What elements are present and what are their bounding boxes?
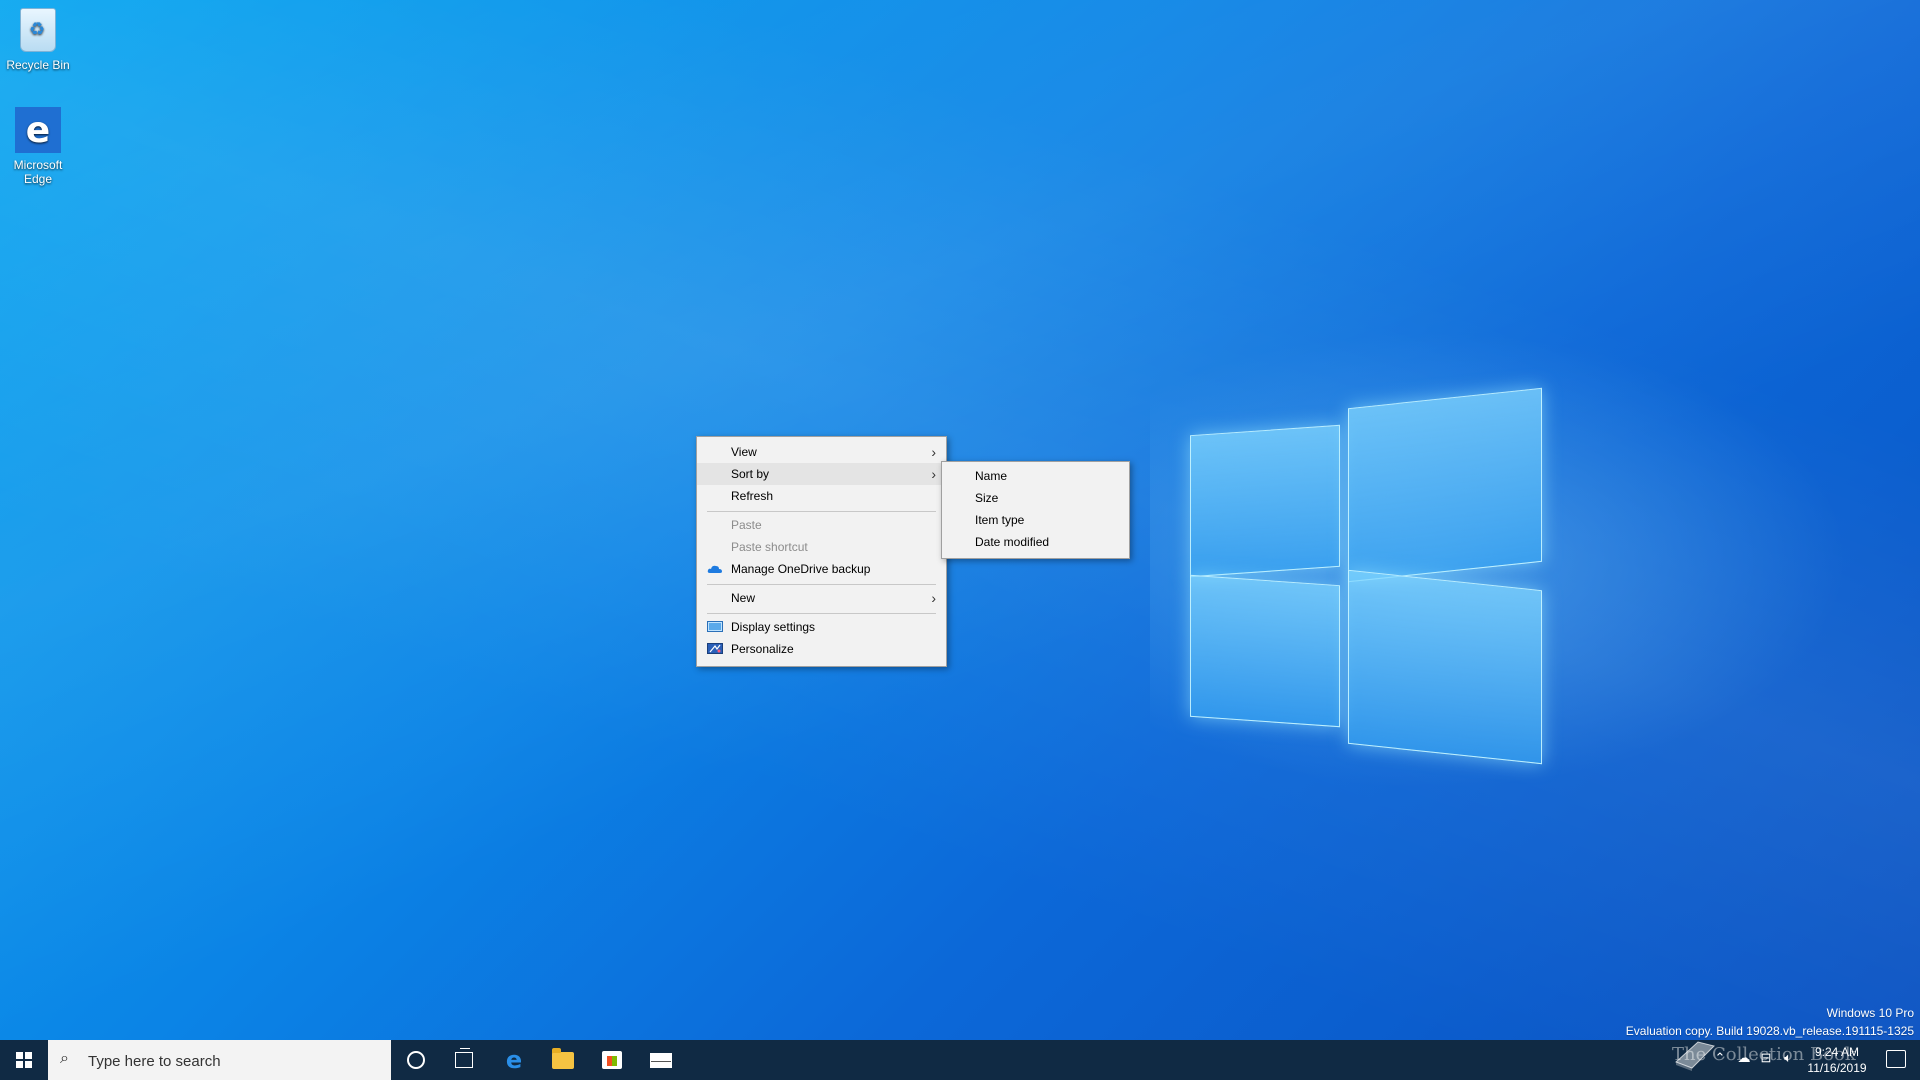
desktop[interactable]: Recycle Bin e Microsoft Edge View › Sort… xyxy=(0,0,1920,1040)
menu-item-new[interactable]: New › xyxy=(697,587,946,609)
submenu-item-item-type[interactable]: Item type xyxy=(942,509,1129,531)
desktop-icon-recycle-bin[interactable]: Recycle Bin xyxy=(0,6,78,72)
evaluation-watermark: Windows 10 Pro Evaluation copy. Build 19… xyxy=(1626,1004,1914,1040)
desktop-icon-label: Recycle Bin xyxy=(6,58,70,72)
logo-pane xyxy=(1190,424,1340,578)
taskbar-file-explorer-button[interactable] xyxy=(539,1040,587,1080)
submenu-item-name[interactable]: Name xyxy=(942,465,1129,487)
cortana-icon xyxy=(407,1051,425,1069)
menu-item-personalize[interactable]: Personalize xyxy=(697,638,946,660)
edge-icon: e xyxy=(15,107,61,153)
windows-start-icon xyxy=(16,1052,32,1068)
recycle-bin-icon xyxy=(20,8,56,52)
submenu-item-date-modified[interactable]: Date modified xyxy=(942,531,1129,553)
menu-item-display-settings[interactable]: Display settings xyxy=(697,616,946,638)
menu-item-paste-shortcut[interactable]: Paste shortcut xyxy=(697,536,946,558)
menu-item-sort-by[interactable]: Sort by › xyxy=(697,463,946,485)
search-icon: ⌕ xyxy=(60,1050,69,1067)
edge-icon: e xyxy=(505,1046,523,1074)
menu-separator xyxy=(707,584,936,585)
display-icon xyxy=(707,621,723,632)
file-explorer-icon xyxy=(552,1047,574,1069)
desktop-icon-microsoft-edge[interactable]: e Microsoft Edge xyxy=(0,106,78,186)
watermark-build: Evaluation copy. Build 19028.vb_release.… xyxy=(1625,1024,1914,1038)
menu-item-paste[interactable]: Paste xyxy=(697,514,946,536)
logo-pane xyxy=(1348,569,1542,765)
task-view-button[interactable] xyxy=(440,1040,488,1080)
personalize-icon xyxy=(707,643,723,654)
desktop-context-menu: View › Sort by › Refresh Paste Paste sho… xyxy=(696,436,947,667)
menu-separator xyxy=(707,613,936,614)
taskbar-mail-button[interactable] xyxy=(637,1040,685,1080)
menu-item-manage-onedrive-backup[interactable]: Manage OneDrive backup xyxy=(697,558,946,580)
desktop-icon-label: Microsoft Edge xyxy=(13,158,63,186)
taskbar: ⌕ e ⌃ ☁ ⊟ 🔈︎ 9:24 AM 11/16/2019 xyxy=(0,1040,1920,1080)
logo-pane xyxy=(1348,387,1542,583)
search-input[interactable] xyxy=(86,1049,380,1073)
chevron-right-icon: › xyxy=(931,444,936,460)
logo-pane xyxy=(1190,574,1340,728)
taskbar-search-box[interactable]: ⌕ xyxy=(48,1040,391,1080)
chevron-right-icon: › xyxy=(931,590,936,606)
menu-separator xyxy=(707,511,936,512)
watermark-edition: Windows 10 Pro xyxy=(1826,1006,1914,1020)
start-button[interactable] xyxy=(0,1040,48,1080)
menu-item-view[interactable]: View › xyxy=(697,441,946,463)
task-view-icon xyxy=(455,1048,473,1068)
menu-item-refresh[interactable]: Refresh xyxy=(697,485,946,507)
submenu-item-size[interactable]: Size xyxy=(942,487,1129,509)
store-icon xyxy=(602,1051,622,1069)
onedrive-icon xyxy=(707,565,722,573)
mail-icon xyxy=(650,1052,672,1068)
taskbar-store-button[interactable] xyxy=(588,1040,636,1080)
sort-by-submenu: Name Size Item type Date modified xyxy=(941,461,1130,559)
windows-logo-wallpaper xyxy=(1190,380,1550,765)
taskbar-edge-button[interactable]: e xyxy=(490,1040,538,1080)
overlay-watermark-text: The Collection Book xyxy=(1672,1044,1856,1065)
cortana-button[interactable] xyxy=(392,1040,440,1080)
chevron-right-icon: › xyxy=(931,466,936,482)
